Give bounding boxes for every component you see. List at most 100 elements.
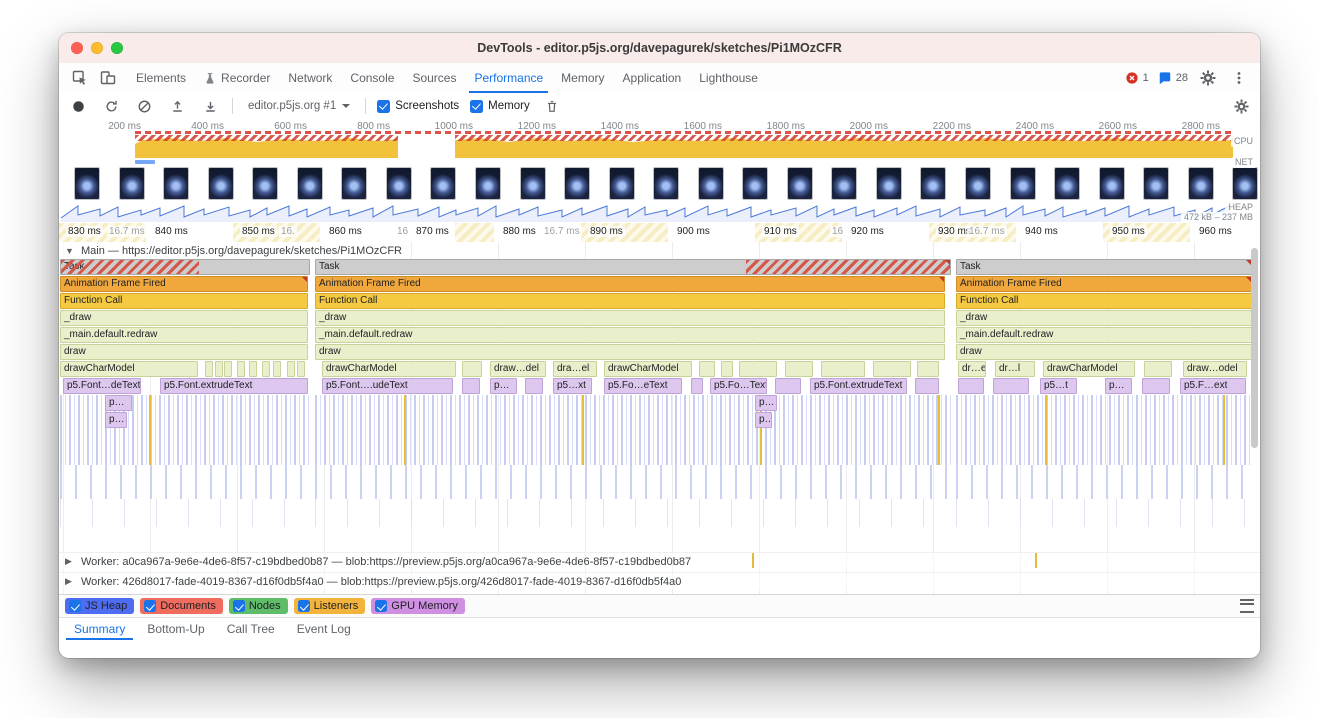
flame-segment[interactable] [915,378,939,394]
filmstrip-thumbnail[interactable] [788,168,812,199]
flame-segment[interactable]: drawCharModel [1043,361,1135,377]
flame-segment[interactable]: dr…l [995,361,1035,377]
flame-segment[interactable]: p5…t [1040,378,1077,394]
flame-segment[interactable]: p… [105,412,127,428]
flame-segment[interactable] [785,361,813,377]
flame-segment[interactable]: p5.Font.extrudeText [160,378,308,394]
legend-documents[interactable]: Documents [140,598,223,614]
flame-segment[interactable]: p5.Fo…eText [604,378,682,394]
worker-track-header[interactable]: ▶ Worker: a0ca967a-9e6e-4de6-8f57-c19bdb… [59,552,1260,570]
flame-segment[interactable]: draw…odel [1183,361,1247,377]
flame-segment[interactable] [462,378,480,394]
expand-triangle-icon[interactable]: ▶ [65,556,75,567]
flame-segment[interactable]: draw [956,344,1252,360]
bottom-tab-bottom-up[interactable]: Bottom-Up [136,618,215,640]
flame-segment[interactable] [739,361,777,377]
flame-segment[interactable]: dr…el [958,361,986,377]
filmstrip-thumbnail[interactable] [75,168,99,199]
flame-segment[interactable] [1142,378,1170,394]
flame-segment[interactable] [917,361,939,377]
reload-record-button[interactable] [100,95,122,117]
flame-segment[interactable] [721,361,733,377]
filmstrip-thumbnail[interactable] [298,168,322,199]
tab-console[interactable]: Console [341,63,403,93]
filmstrip-thumbnail[interactable] [921,168,945,199]
flame-segment[interactable]: p… [755,412,772,428]
flame-segment[interactable] [873,361,911,377]
flame-segment[interactable]: p… [105,395,132,411]
flame-segment[interactable]: Task [60,259,310,275]
bottom-tab-call-tree[interactable]: Call Tree [216,618,286,640]
filmstrip-thumbnail[interactable] [877,168,901,199]
flame-segment[interactable] [237,361,245,377]
filmstrip-thumbnail[interactable] [966,168,990,199]
flame-segment[interactable]: _draw [60,310,308,326]
flame-segment[interactable] [205,361,213,377]
filmstrip-thumbnail[interactable] [743,168,767,199]
filmstrip-thumbnail[interactable] [164,168,188,199]
filmstrip-thumbnail[interactable] [1189,168,1213,199]
filmstrip-thumbnail[interactable] [342,168,366,199]
tab-elements[interactable]: Elements [127,63,195,93]
flame-segment[interactable]: _main.default.redraw [60,327,308,343]
filmstrip-thumbnail[interactable] [521,168,545,199]
filmstrip-thumbnail[interactable] [431,168,455,199]
filmstrip-thumbnail[interactable] [1011,168,1035,199]
flame-segment[interactable] [273,361,281,377]
expand-triangle-icon[interactable]: ▶ [65,576,75,587]
legend-nodes[interactable]: Nodes [229,598,288,614]
filmstrip-thumbnail[interactable] [209,168,233,199]
flame-segment[interactable]: drawCharModel [604,361,692,377]
flame-segment[interactable]: p5.Font…deText [63,378,141,394]
flame-segment[interactable]: _main.default.redraw [956,327,1252,343]
collapse-triangle-icon[interactable]: ▼ [65,246,75,256]
load-profile-button[interactable] [166,95,188,117]
flame-segment[interactable] [462,361,482,377]
flame-segment[interactable]: _draw [956,310,1252,326]
legend-gpu-memory[interactable]: GPU Memory [371,598,465,614]
legend-js-heap[interactable]: JS Heap [65,598,134,614]
flame-segment[interactable] [262,361,270,377]
flame-segment[interactable] [525,378,543,394]
inspect-element-icon[interactable] [69,67,91,89]
flame-segment[interactable]: Function Call [956,293,1252,309]
filmstrip-thumbnail[interactable] [832,168,856,199]
more-options-kebab-icon[interactable] [1228,67,1250,89]
tab-performance[interactable]: Performance [465,63,552,93]
device-toolbar-icon[interactable] [97,67,119,89]
record-button[interactable] [67,95,89,117]
target-select[interactable]: editor.p5js.org #1 [244,99,354,113]
flame-segment[interactable]: Function Call [315,293,945,309]
legend-listeners[interactable]: Listeners [294,598,366,614]
flame-segment[interactable] [287,361,295,377]
flame-segment[interactable]: p… [490,378,517,394]
flame-segment[interactable]: p5.Font.extrudeText [810,378,907,394]
filmstrip-thumbnail[interactable] [1100,168,1124,199]
filmstrip-thumbnail[interactable] [699,168,723,199]
issues-badge[interactable]: 28 [1158,71,1188,85]
flame-segment[interactable]: _draw [315,310,945,326]
tab-network[interactable]: Network [279,63,341,93]
flame-segment[interactable]: p5…xt [553,378,592,394]
flame-segment[interactable]: Animation Frame Fired [956,276,1252,292]
worker-track-header[interactable]: ▶ Worker: 426d8017-fade-4019-8367-d16f0d… [59,572,1260,590]
save-profile-button[interactable] [199,95,221,117]
flame-segment[interactable]: draw [315,344,945,360]
flame-segment[interactable]: Animation Frame Fired [60,276,308,292]
filmstrip-thumbnail[interactable] [565,168,589,199]
filmstrip-thumbnail[interactable] [387,168,411,199]
filmstrip-thumbnail[interactable] [1144,168,1168,199]
flame-segment[interactable] [821,361,865,377]
gc-trash-icon[interactable] [541,95,563,117]
flame-segment[interactable]: p5.Fo…Text [710,378,767,394]
error-badge[interactable]: 1 [1125,71,1149,85]
filmstrip-thumbnail[interactable] [654,168,678,199]
detail-time-ruler[interactable]: 830 ms840 ms850 ms860 ms870 ms880 ms890 … [59,223,1260,243]
bottom-tab-summary[interactable]: Summary [63,618,136,640]
tab-sources[interactable]: Sources [403,63,465,93]
flame-segment[interactable]: Task [315,259,951,275]
filmstrip-thumbnail[interactable] [1233,168,1257,199]
tab-lighthouse[interactable]: Lighthouse [690,63,767,93]
hamburger-menu-icon[interactable] [1240,599,1254,613]
flame-segment[interactable]: dra…el [553,361,597,377]
